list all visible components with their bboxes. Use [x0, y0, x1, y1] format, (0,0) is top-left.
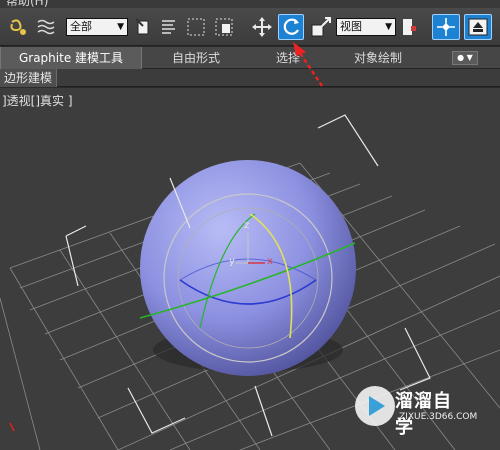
window-crossing-icon[interactable] [212, 14, 236, 40]
ribbon-tabs: Graphite 建模工具 自由形式 选择 对象绘制 ● ▼ [0, 47, 500, 69]
sphere-object [140, 160, 356, 376]
align-icon[interactable] [464, 14, 492, 40]
rect-selection-icon[interactable] [184, 14, 208, 40]
ref-coord-value: 视图 [340, 20, 362, 33]
watermark-logo-icon [355, 386, 395, 426]
menu-help[interactable]: 帮助(H) [6, 0, 48, 8]
ref-coord-dropdown[interactable]: 视图 ▼ [336, 18, 396, 36]
menu-bar: 帮助(H) [0, 0, 500, 8]
bind-spacewarp-icon[interactable] [34, 14, 58, 40]
tab-label: 自由形式 [171, 51, 220, 65]
tab-graphite-modeling[interactable]: Graphite 建模工具 [0, 47, 142, 69]
watermark: 溜溜自学 ZIXUE.3D66.COM [355, 382, 477, 438]
selection-filter-value: 全部 [70, 20, 92, 33]
tab-label: 对象绘制 [353, 51, 402, 65]
tab-label: Graphite 建模工具 [18, 51, 124, 65]
ribbon-subpanel: 边形建模 [0, 69, 500, 87]
chevron-down-icon: ▼ [117, 22, 124, 32]
watermark-url: ZIXUE.3D66.COM [399, 412, 478, 422]
main-toolbar: 全部 ▼ 视图 ▼ [0, 8, 500, 46]
axis-label-z: z [244, 220, 250, 231]
world-axis-marker [9, 422, 15, 432]
selection-filter-dropdown[interactable]: 全部 ▼ [66, 18, 128, 36]
selection-lock-icon[interactable] [432, 14, 460, 40]
move-icon[interactable] [250, 14, 274, 40]
tab-selection[interactable]: 选择 [248, 47, 328, 69]
select-object-icon[interactable] [132, 14, 154, 40]
chevron-down-icon: ▼ [385, 22, 392, 32]
rotate-icon[interactable] [278, 14, 304, 40]
select-by-name-icon[interactable] [158, 14, 180, 40]
tab-freeform[interactable]: 自由形式 [148, 47, 244, 69]
tab-object-paint[interactable]: 对象绘制 [330, 47, 426, 69]
tab-label: 选择 [275, 51, 300, 65]
axis-label-y: y [229, 256, 235, 267]
axis-label-x: x [267, 256, 273, 267]
select-link-icon[interactable] [6, 14, 30, 40]
ribbon-options-icon[interactable]: ● ▼ [452, 51, 478, 65]
pivot-icon[interactable] [398, 14, 420, 40]
polygon-modeling-panel[interactable]: 边形建模 [0, 69, 58, 87]
scale-icon[interactable] [308, 14, 334, 40]
viewport-label[interactable]: ]透视[]真实 ] [2, 92, 73, 109]
